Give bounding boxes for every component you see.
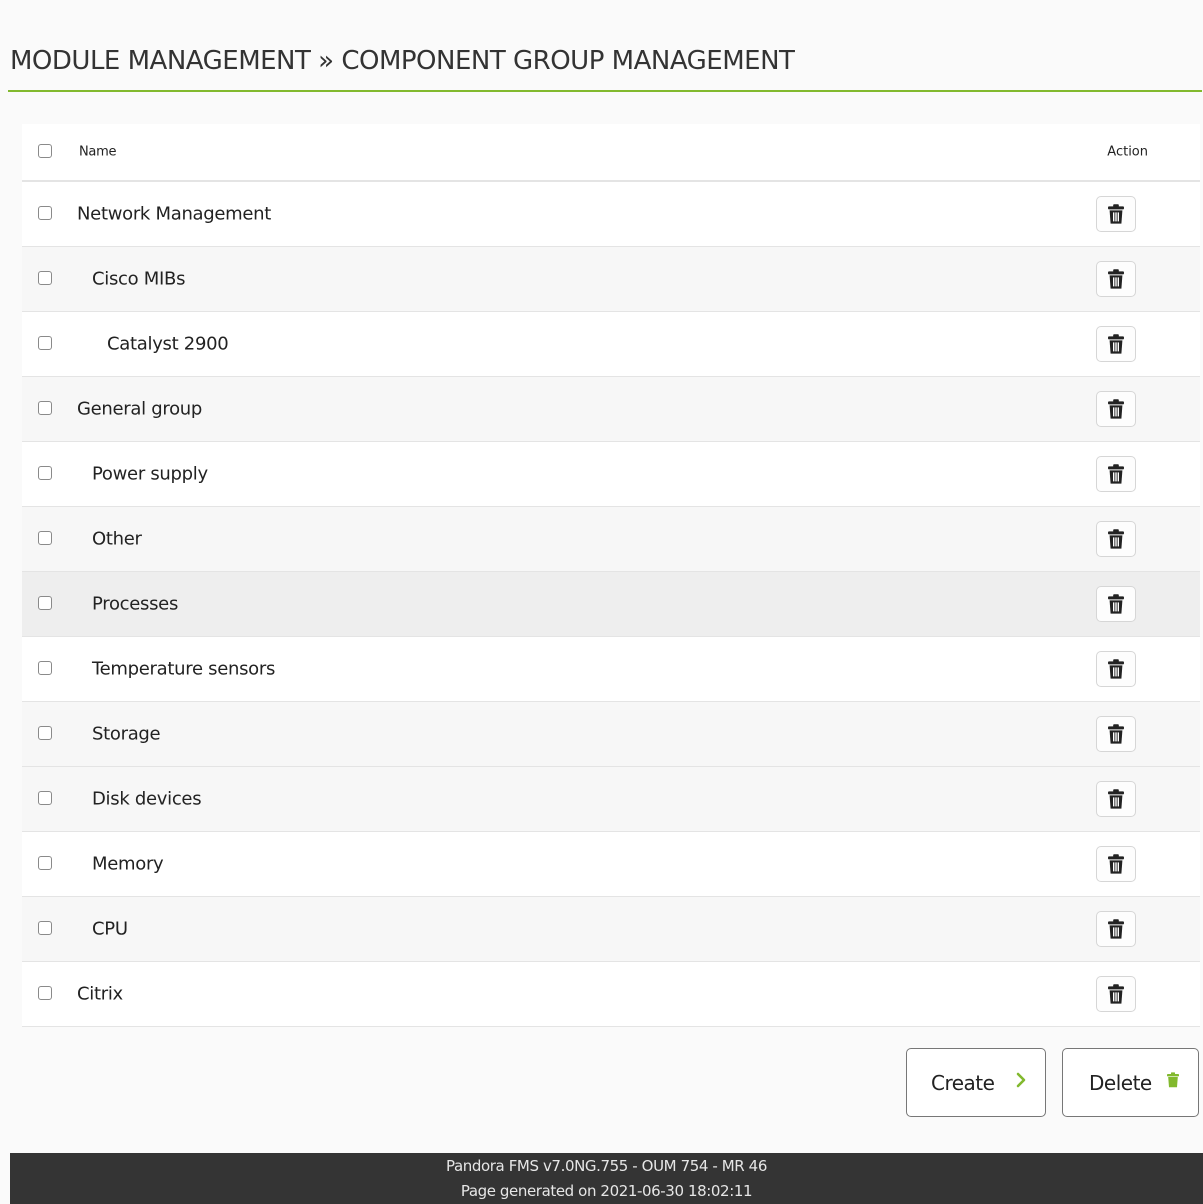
group-name[interactable]: Processes <box>92 594 178 615</box>
delete-row-button[interactable] <box>1096 911 1136 947</box>
row-checkbox[interactable] <box>38 986 52 1000</box>
row-checkbox[interactable] <box>38 661 52 675</box>
delete-row-button[interactable] <box>1096 196 1136 232</box>
trash-icon <box>1107 789 1125 809</box>
group-name[interactable]: General group <box>77 399 202 420</box>
row-checkbox[interactable] <box>38 726 52 740</box>
delete-row-button[interactable] <box>1096 326 1136 362</box>
table-row: Processes <box>22 572 1200 637</box>
delete-row-button[interactable] <box>1096 261 1136 297</box>
trash-icon <box>1107 269 1125 289</box>
table-row: Cisco MIBs <box>22 247 1200 312</box>
table-row: CPU <box>22 897 1200 962</box>
group-name[interactable]: Memory <box>92 854 164 875</box>
row-checkbox[interactable] <box>38 466 52 480</box>
table-body: Network Management Cisco MIBs Catalyst 290… <box>22 182 1200 1027</box>
table-row: Catalyst 2900 <box>22 312 1200 377</box>
delete-row-button[interactable] <box>1096 651 1136 687</box>
chevron-right-icon <box>1015 1069 1027 1093</box>
footer-version: Pandora FMS v7.0NG.755 - OUM 754 - MR 46 <box>446 1157 767 1175</box>
group-name[interactable]: Disk devices <box>92 789 202 810</box>
trash-icon <box>1107 594 1125 614</box>
column-header-name: Name <box>79 144 117 160</box>
delete-row-button[interactable] <box>1096 586 1136 622</box>
row-checkbox[interactable] <box>38 531 52 545</box>
footer-generated: Page generated on 2021-06-30 18:02:11 <box>460 1182 753 1200</box>
delete-button-label: Delete <box>1089 1070 1152 1095</box>
group-name[interactable]: Power supply <box>92 464 208 485</box>
trash-icon <box>1107 984 1125 1004</box>
row-checkbox[interactable] <box>38 856 52 870</box>
group-name[interactable]: Citrix <box>77 984 123 1005</box>
create-button-label: Create <box>931 1070 995 1095</box>
action-buttons: Create Delete <box>0 1048 1203 1118</box>
page: MODULE MANAGEMENT » COMPONENT GROUP MANA… <box>0 0 1203 1204</box>
create-button[interactable]: Create <box>906 1048 1046 1117</box>
table-row: Memory <box>22 832 1200 897</box>
trash-icon <box>1107 464 1125 484</box>
delete-row-button[interactable] <box>1096 456 1136 492</box>
trash-icon <box>1107 204 1125 224</box>
table-row: Other <box>22 507 1200 572</box>
delete-row-button[interactable] <box>1096 846 1136 882</box>
table-row: Storage <box>22 702 1200 767</box>
footer: Pandora FMS v7.0NG.755 - OUM 754 - MR 46… <box>10 1153 1203 1204</box>
group-name[interactable]: Storage <box>92 724 161 745</box>
row-checkbox[interactable] <box>38 206 52 220</box>
trash-icon <box>1107 854 1125 874</box>
trash-icon <box>1107 529 1125 549</box>
delete-row-button[interactable] <box>1096 391 1136 427</box>
delete-row-button[interactable] <box>1096 781 1136 817</box>
delete-button[interactable]: Delete <box>1062 1048 1199 1117</box>
table-row: Temperature sensors <box>22 637 1200 702</box>
trash-icon <box>1107 659 1125 679</box>
row-checkbox[interactable] <box>38 596 52 610</box>
trash-icon <box>1166 1069 1180 1093</box>
group-name[interactable]: Cisco MIBs <box>92 269 185 290</box>
delete-row-button[interactable] <box>1096 976 1136 1012</box>
group-name[interactable]: Catalyst 2900 <box>107 334 229 355</box>
trash-icon <box>1107 399 1125 419</box>
trash-icon <box>1107 919 1125 939</box>
trash-icon <box>1107 334 1125 354</box>
column-header-action: Action <box>1107 144 1148 160</box>
table-row: Power supply <box>22 442 1200 507</box>
table-row: Citrix <box>22 962 1200 1027</box>
table-row: Network Management <box>22 182 1200 247</box>
group-name[interactable]: Network Management <box>77 204 271 225</box>
component-groups-table: Name Action Network Management Cisco MIBs… <box>22 124 1200 1027</box>
trash-icon <box>1107 724 1125 744</box>
page-title: MODULE MANAGEMENT » COMPONENT GROUP MANA… <box>10 46 795 76</box>
table-row: General group <box>22 377 1200 442</box>
group-name[interactable]: Temperature sensors <box>92 659 275 680</box>
row-checkbox[interactable] <box>38 336 52 350</box>
select-all-checkbox[interactable] <box>38 144 52 158</box>
table-header-row: Name Action <box>22 124 1200 182</box>
group-name[interactable]: CPU <box>92 919 128 940</box>
row-checkbox[interactable] <box>38 921 52 935</box>
page-header: MODULE MANAGEMENT » COMPONENT GROUP MANA… <box>8 40 1202 92</box>
delete-row-button[interactable] <box>1096 521 1136 557</box>
row-checkbox[interactable] <box>38 791 52 805</box>
row-checkbox[interactable] <box>38 271 52 285</box>
table-row: Disk devices <box>22 767 1200 832</box>
delete-row-button[interactable] <box>1096 716 1136 752</box>
row-checkbox[interactable] <box>38 401 52 415</box>
group-name[interactable]: Other <box>92 529 142 550</box>
